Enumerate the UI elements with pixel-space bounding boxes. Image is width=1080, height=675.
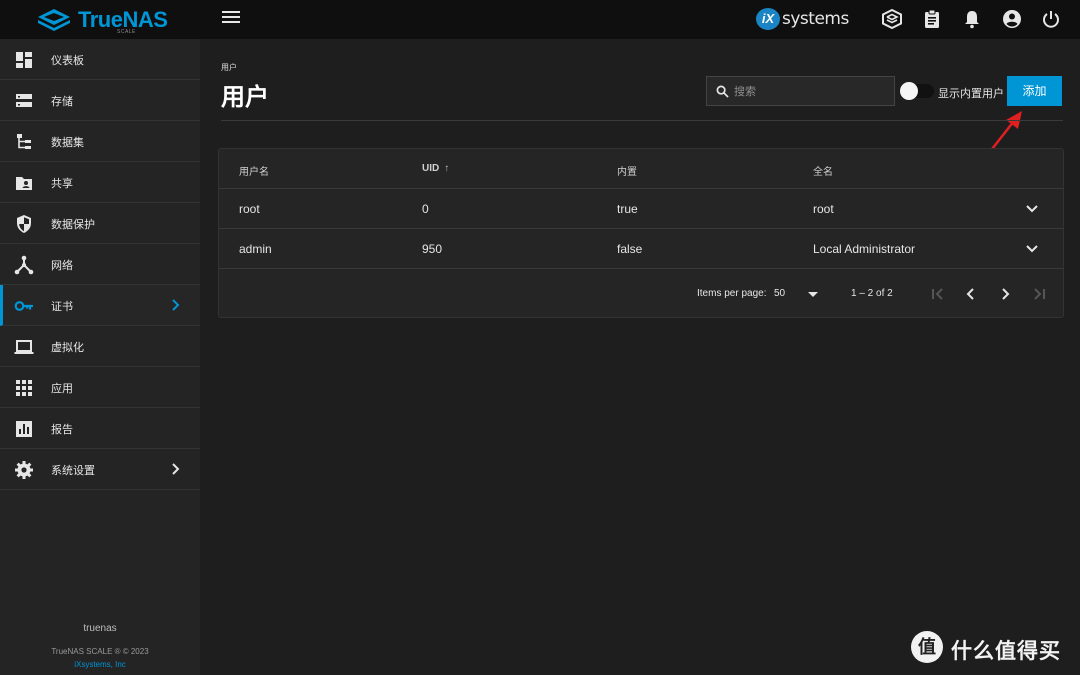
sidebar-item-shares[interactable]: 共享 [0, 162, 200, 203]
network-icon [14, 255, 34, 275]
brand-sub: SCALE [117, 29, 136, 35]
chevron-down-icon[interactable] [1025, 202, 1039, 216]
add-user-button[interactable]: 添加 [1007, 76, 1062, 106]
sidebar-item-data-protection[interactable]: 数据保护 [0, 203, 200, 244]
chevron-right-icon [172, 299, 180, 311]
sidebar-item-network[interactable]: 网络 [0, 244, 200, 285]
laptop-icon [14, 340, 34, 354]
paginator: Items per page: 50 1 – 2 of 2 [219, 230, 1063, 318]
storage-icon [16, 94, 32, 107]
column-header-builtin[interactable]: 内置 [617, 163, 637, 178]
sidebar-item-label: 报告 [51, 424, 73, 436]
search-input[interactable] [734, 83, 884, 100]
show-builtin-label[interactable]: 显示内置用户 [938, 85, 1004, 101]
sidebar-item-label: 共享 [51, 178, 73, 190]
truenas-logo-icon [38, 9, 70, 31]
clipboard-icon[interactable] [922, 9, 942, 29]
ixsystems-logo: iX systems [756, 8, 856, 32]
sidebar-item-label: 仪表板 [51, 55, 84, 67]
power-icon[interactable] [1041, 9, 1061, 29]
toggle-knob [900, 82, 918, 100]
ix-mark: iX [756, 8, 780, 30]
gear-icon [15, 461, 33, 479]
dashboard-icon [16, 52, 32, 68]
chevron-right-icon [172, 463, 180, 475]
column-header-uid-label: UID [422, 163, 440, 174]
company-link[interactable]: iXsystems, Inc [0, 660, 200, 669]
sidebar: 仪表板 存储 数据集 共享 数据保护 网络 证书 虚拟化 应用 报告 系统设置 … [0, 39, 200, 675]
sidebar-item-certificates[interactable]: 证书 [0, 285, 200, 326]
sidebar-item-label: 存储 [51, 96, 73, 108]
search-icon [716, 85, 729, 98]
truenas-logo[interactable]: TrueNAS SCALE [36, 5, 168, 35]
items-per-page-label: Items per page: [697, 288, 767, 299]
main-content: 用户 用户 显示内置用户 添加 用户名 UID ↑ 内置 全名 root 0 tr… [200, 39, 1080, 675]
watermark: 值 什么值得买 [908, 628, 1073, 668]
sidebar-item-label: 数据保护 [51, 219, 95, 231]
sidebar-item-label: 网络 [51, 260, 73, 272]
sidebar-item-reporting[interactable]: 报告 [0, 408, 200, 449]
search-box[interactable] [706, 76, 895, 106]
page-range: 1 – 2 of 2 [851, 288, 893, 299]
sidebar-item-label: 虚拟化 [51, 342, 84, 354]
header-divider [221, 120, 1063, 121]
column-header-uid[interactable]: UID ↑ [422, 163, 449, 174]
key-icon [14, 301, 33, 311]
table-header: 用户名 UID ↑ 内置 全名 [219, 149, 1063, 189]
truecommand-icon[interactable] [882, 9, 902, 29]
watermark-logo: 值 [911, 631, 943, 663]
sidebar-item-virtualization[interactable]: 虚拟化 [0, 326, 200, 367]
report-chart-icon [16, 421, 32, 437]
sidebar-item-datasets[interactable]: 数据集 [0, 121, 200, 162]
top-bar: TrueNAS SCALE iX systems [0, 0, 1080, 39]
sort-ascending-icon: ↑ [444, 163, 450, 174]
cell-fullname: root [813, 202, 834, 216]
sidebar-footer: truenas TrueNAS SCALE ® © 2023 iXsystems… [0, 623, 200, 669]
bell-icon[interactable] [962, 9, 982, 29]
sidebar-item-dashboard[interactable]: 仪表板 [0, 39, 200, 80]
breadcrumb[interactable]: 用户 [221, 62, 237, 73]
page-title: 用户 [221, 84, 269, 111]
sidebar-item-label: 数据集 [51, 137, 84, 149]
column-header-username[interactable]: 用户名 [239, 163, 269, 178]
dataset-icon [17, 134, 31, 149]
next-page-icon[interactable] [996, 285, 1014, 303]
sidebar-item-storage[interactable]: 存储 [0, 80, 200, 121]
sidebar-item-apps[interactable]: 应用 [0, 367, 200, 408]
sidebar-item-label: 证书 [51, 301, 73, 313]
shield-icon [17, 215, 31, 233]
column-header-fullname[interactable]: 全名 [813, 163, 833, 178]
first-page-icon[interactable] [929, 285, 947, 303]
cell-uid: 0 [422, 202, 429, 216]
cell-username: root [239, 202, 260, 216]
ix-text: systems [782, 9, 849, 29]
apps-grid-icon [16, 380, 32, 396]
cell-builtin: true [617, 202, 638, 216]
table-row[interactable]: root 0 true root [219, 189, 1063, 229]
previous-page-icon[interactable] [962, 285, 980, 303]
dropdown-arrow-icon[interactable] [807, 289, 819, 299]
last-page-icon[interactable] [1030, 285, 1048, 303]
items-per-page-select[interactable]: 50 [774, 288, 785, 299]
copyright: TrueNAS SCALE ® © 2023 [51, 647, 149, 656]
show-builtin-toggle[interactable] [900, 82, 934, 100]
users-table: 用户名 UID ↑ 内置 全名 root 0 true root admin 95… [218, 148, 1064, 318]
watermark-text: 什么值得买 [951, 640, 1061, 663]
sidebar-item-system-settings[interactable]: 系统设置 [0, 449, 200, 490]
account-icon[interactable] [1002, 9, 1022, 29]
menu-toggle-button[interactable] [222, 11, 240, 27]
hostname: truenas [83, 623, 117, 634]
sidebar-item-label: 应用 [51, 383, 73, 395]
share-folder-icon [16, 177, 32, 190]
sidebar-item-label: 系统设置 [51, 465, 95, 477]
